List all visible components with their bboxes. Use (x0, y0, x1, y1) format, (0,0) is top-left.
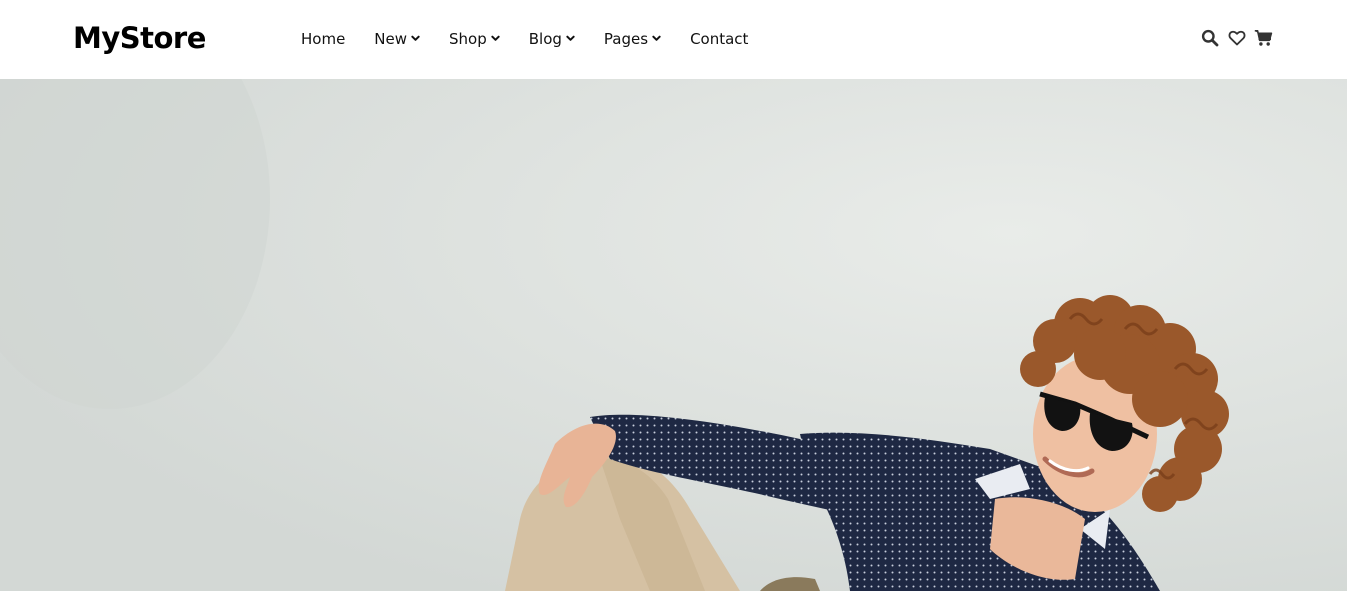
cart-button[interactable] (1254, 29, 1273, 48)
nav-item-pages[interactable]: Pages (604, 30, 661, 48)
header-actions (1200, 28, 1281, 48)
cart-icon (1254, 30, 1273, 46)
nav-item-contact[interactable]: Contact (690, 30, 748, 48)
nav-item-label: Home (301, 30, 346, 48)
nav-item-shop[interactable]: Shop (449, 30, 500, 48)
site-logo[interactable]: MyStore (73, 19, 206, 57)
wishlist-button[interactable] (1227, 29, 1246, 48)
nav-item-label: Contact (690, 30, 749, 48)
chevron-down-icon (411, 35, 420, 41)
hero-banner (0, 79, 1347, 591)
site-header: MyStore Home New Shop Blog Pages Contact (0, 0, 1347, 79)
nav-item-blog[interactable]: Blog (529, 30, 575, 48)
search-icon (1201, 29, 1218, 47)
search-button[interactable] (1200, 29, 1219, 48)
nav-item-home[interactable]: Home (301, 30, 345, 48)
nav-item-new[interactable]: New (374, 30, 420, 48)
nav-item-label: Shop (449, 30, 487, 48)
chevron-down-icon (491, 35, 500, 41)
heart-icon (1228, 30, 1245, 46)
hero-image (0, 79, 1347, 591)
nav-item-label: New (374, 30, 408, 48)
nav-item-label: Pages (603, 30, 649, 48)
chevron-down-icon (566, 35, 575, 41)
main-nav: Home New Shop Blog Pages Contact (301, 27, 777, 51)
nav-item-label: Blog (528, 30, 562, 48)
chevron-down-icon (652, 35, 661, 41)
